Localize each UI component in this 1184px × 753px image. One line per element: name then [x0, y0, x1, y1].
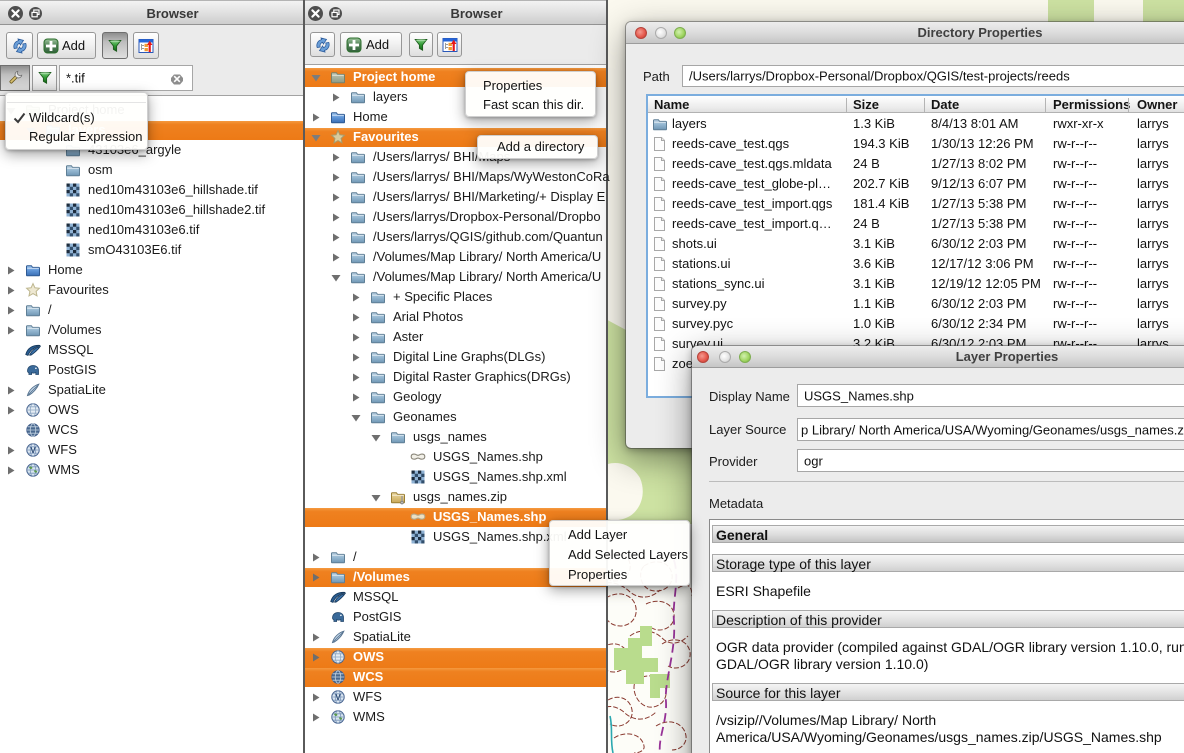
svg-text:V: V: [335, 693, 341, 702]
svg-text:V: V: [30, 446, 36, 455]
